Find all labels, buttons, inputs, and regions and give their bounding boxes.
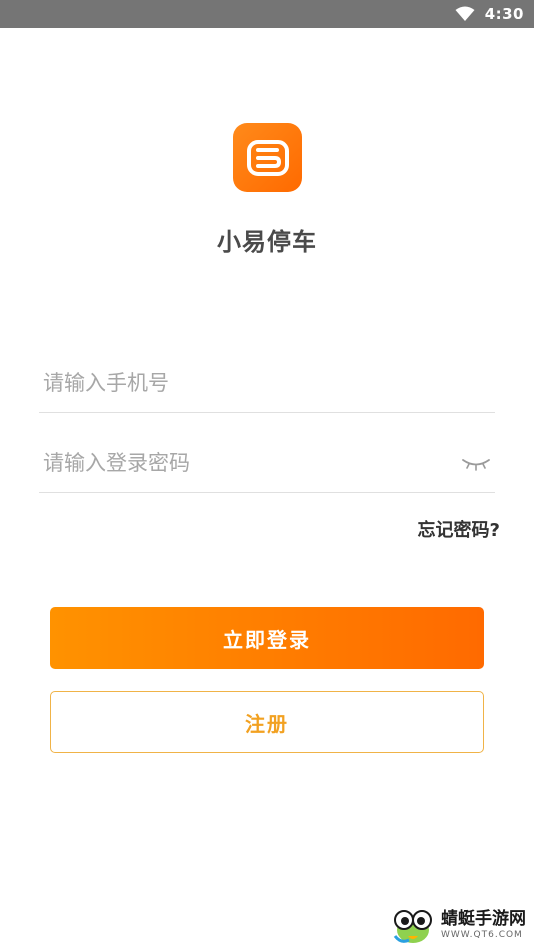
watermark-title: 蜻蜓手游网 <box>441 908 526 929</box>
register-button[interactable]: 注册 <box>50 691 484 753</box>
login-screen: 4:30 小易停车 忘记密码? 立即登录 注册 <box>0 0 534 949</box>
app-logo-icon <box>233 123 302 192</box>
eye-closed-icon[interactable] <box>461 453 491 473</box>
status-bar: 4:30 <box>0 0 534 28</box>
watermark-url: WWW.QT6.COM <box>441 929 523 940</box>
phone-field <box>39 353 495 413</box>
app-name: 小易停车 <box>217 228 317 256</box>
dragonfly-logo-icon <box>393 910 432 943</box>
watermark: 蜻蜓手游网 WWW.QT6.COM <box>391 905 526 945</box>
status-time: 4:30 <box>484 5 524 23</box>
password-input[interactable] <box>39 433 439 492</box>
password-field <box>39 433 495 493</box>
phone-input[interactable] <box>39 353 439 412</box>
wifi-icon <box>455 6 475 21</box>
forgot-password-link[interactable]: 忘记密码? <box>418 516 500 542</box>
login-button[interactable]: 立即登录 <box>50 607 484 669</box>
